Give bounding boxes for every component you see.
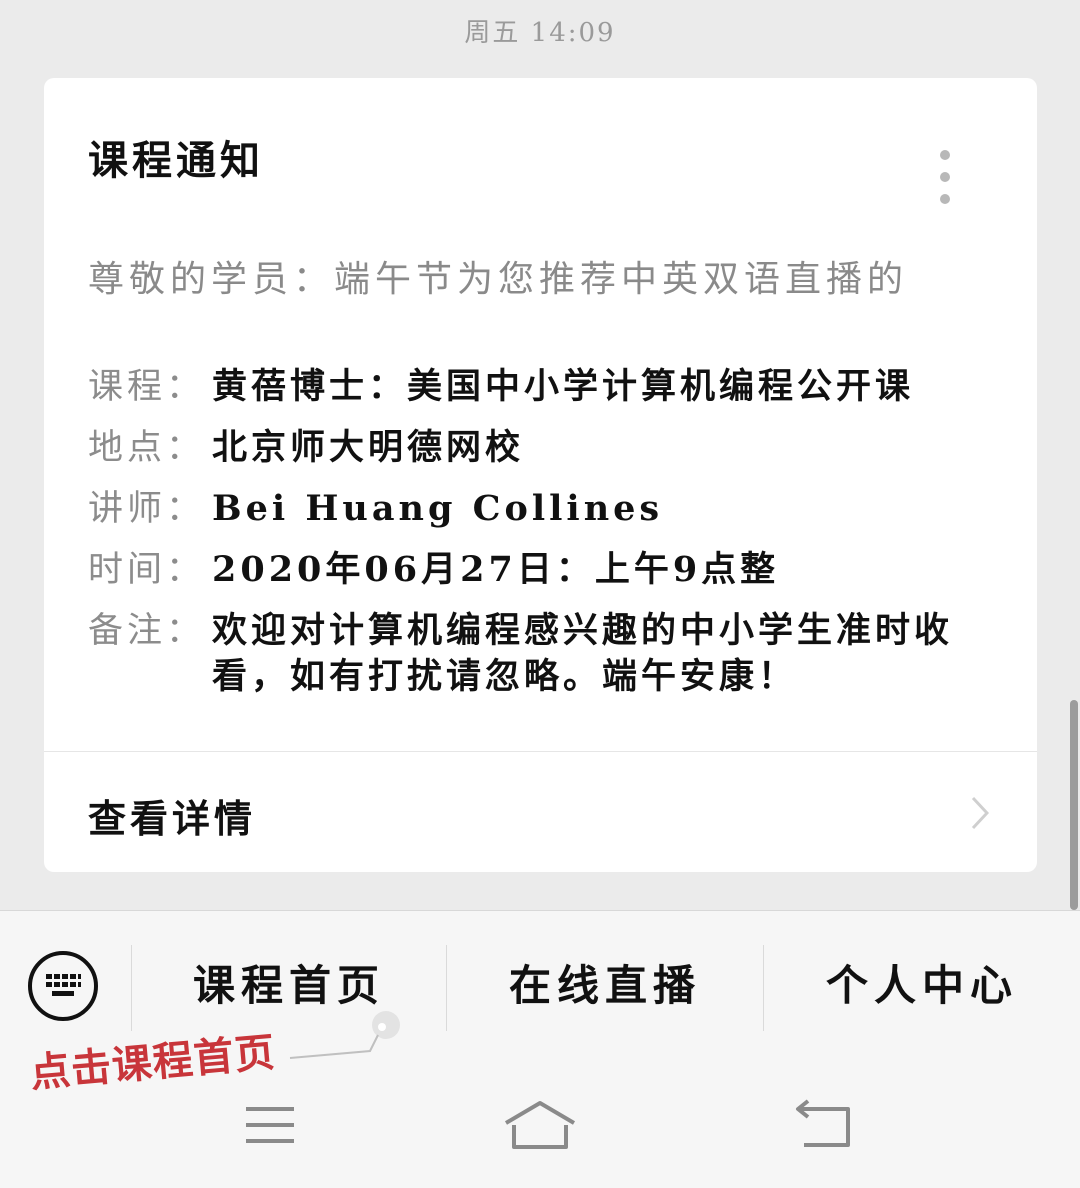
bottom-menu-bar: 课程首页 在线直播 个人中心 点击课程首页 — [0, 910, 1080, 1188]
scrollbar[interactable] — [1070, 700, 1078, 910]
chevron-right-icon — [971, 796, 989, 830]
view-details-button[interactable]: 查看详情 — [44, 752, 1037, 872]
more-vertical-icon — [940, 150, 950, 160]
menu-item-course-home[interactable]: 课程首页 — [132, 941, 446, 1031]
info-row-remark: 备注： 欢迎对计算机编程感兴趣的中小学生准时收看，如有打扰请忽略。端午安康！ — [88, 608, 998, 700]
menu-item-personal-center[interactable]: 个人中心 — [764, 941, 1080, 1031]
more-options-button[interactable] — [933, 150, 957, 206]
more-vertical-icon-dot — [940, 194, 950, 204]
info-value-lecturer: Bei Huang Collines — [212, 488, 664, 529]
back-icon[interactable] — [782, 1097, 862, 1157]
info-value-location: 北京师大明德网校 — [212, 427, 525, 468]
info-row-location: 地点： 北京师大明德网校 — [88, 425, 998, 471]
greeting-text: 尊敬的学员：端午节为您推荐中英双语直播的 — [88, 259, 909, 300]
info-row-time: 时间： 2020年06月27日：上午9点整 — [88, 547, 998, 593]
more-vertical-icon-dot — [940, 172, 950, 182]
info-value-remark: 欢迎对计算机编程感兴趣的中小学生准时收看，如有打扰请忽略。端午安康！ — [212, 610, 954, 697]
info-label: 时间： — [88, 550, 206, 590]
info-label: 课程： — [88, 367, 206, 407]
course-notification-card: 课程通知 尊敬的学员：端午节为您推荐中英双语直播的 课程： 黄蓓博士：美国中小学… — [44, 78, 1037, 872]
annotation-label: 点击课程首页 — [28, 1029, 278, 1097]
info-row-lecturer: 讲师： Bei Huang Collines — [88, 486, 998, 532]
menu-icon[interactable] — [230, 1097, 310, 1157]
keyboard-icon — [46, 974, 81, 996]
card-title: 课程通知 — [88, 137, 264, 184]
info-value-course: 黄蓓博士：美国中小学计算机编程公开课 — [212, 366, 915, 407]
info-label: 备注： — [88, 611, 206, 651]
info-value-time: 2020年06月27日：上午9点整 — [212, 549, 780, 590]
menu-item-live[interactable]: 在线直播 — [447, 941, 763, 1031]
chat-timestamp: 周五 14:09 — [464, 18, 616, 48]
course-info-list: 课程： 黄蓓博士：美国中小学计算机编程公开课 地点： 北京师大明德网校 讲师： … — [88, 364, 998, 715]
info-label: 讲师： — [88, 489, 206, 529]
info-label: 地点： — [88, 428, 206, 468]
view-details-label: 查看详情 — [88, 796, 257, 841]
home-icon[interactable] — [500, 1097, 580, 1157]
keyboard-toggle-button[interactable] — [28, 951, 98, 1021]
info-row-course: 课程： 黄蓓博士：美国中小学计算机编程公开课 — [88, 364, 998, 410]
